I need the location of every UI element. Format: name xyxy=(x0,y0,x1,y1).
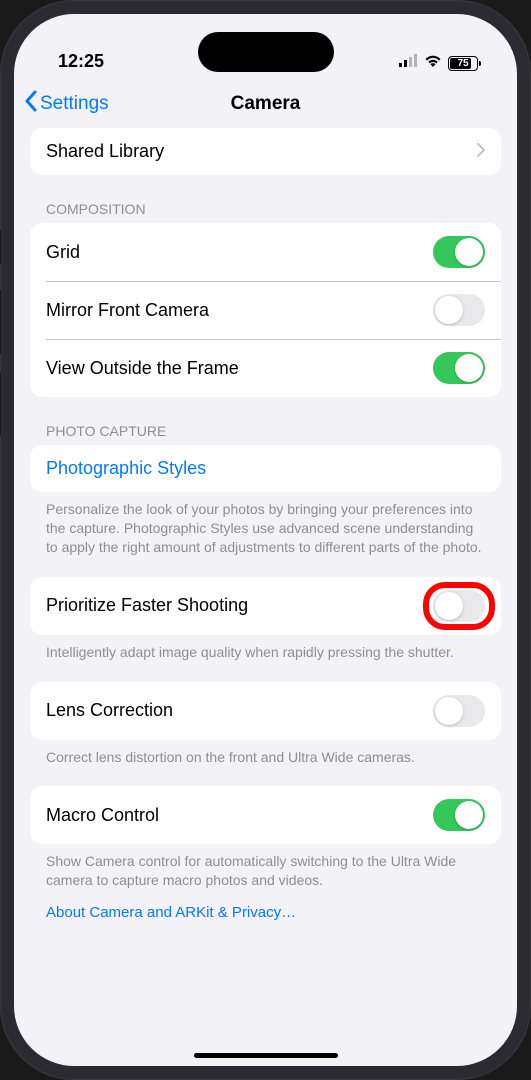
nav-bar: Settings Camera xyxy=(14,80,517,128)
dynamic-island xyxy=(198,32,334,72)
home-indicator[interactable] xyxy=(194,1053,338,1058)
prioritize-faster-shooting-label: Prioritize Faster Shooting xyxy=(46,595,248,616)
mirror-front-camera-row: Mirror Front Camera xyxy=(30,281,501,339)
back-button[interactable]: Settings xyxy=(24,90,109,118)
chevron-left-icon xyxy=(24,90,37,118)
page-title: Camera xyxy=(231,93,301,115)
lens-correction-footer: Correct lens distortion on the front and… xyxy=(30,740,501,767)
cellular-icon xyxy=(399,54,418,72)
chevron-right-icon xyxy=(477,141,485,162)
battery-icon: 75 xyxy=(448,56,481,71)
grid-label: Grid xyxy=(46,242,80,263)
shared-library-label: Shared Library xyxy=(46,141,164,162)
photo-capture-header: PHOTO CAPTURE xyxy=(30,423,501,445)
prioritize-faster-shooting-footer: Intelligently adapt image quality when r… xyxy=(30,635,501,662)
view-outside-frame-row: View Outside the Frame xyxy=(30,339,501,397)
phone-frame: 12:25 75 xyxy=(0,0,531,1080)
wifi-icon xyxy=(424,54,442,72)
photographic-styles-footer: Personalize the look of your photos by b… xyxy=(30,492,501,557)
lens-correction-toggle[interactable] xyxy=(433,695,485,727)
view-outside-frame-label: View Outside the Frame xyxy=(46,358,239,379)
shared-library-row[interactable]: Shared Library xyxy=(30,128,501,175)
macro-control-toggle[interactable] xyxy=(433,799,485,831)
prioritize-faster-shooting-toggle[interactable] xyxy=(433,590,485,622)
macro-control-label: Macro Control xyxy=(46,805,159,826)
photographic-styles-label: Photographic Styles xyxy=(46,458,206,479)
lens-correction-row: Lens Correction xyxy=(30,682,501,740)
grid-toggle[interactable] xyxy=(433,236,485,268)
view-outside-frame-toggle[interactable] xyxy=(433,352,485,384)
prioritize-faster-shooting-row: Prioritize Faster Shooting xyxy=(30,577,501,635)
lens-correction-label: Lens Correction xyxy=(46,700,173,721)
privacy-link[interactable]: About Camera and ARKit & Privacy… xyxy=(30,904,501,921)
composition-header: COMPOSITION xyxy=(30,201,501,223)
macro-control-footer: Show Camera control for automatically sw… xyxy=(30,844,501,890)
mirror-front-camera-label: Mirror Front Camera xyxy=(46,300,209,321)
photographic-styles-row[interactable]: Photographic Styles xyxy=(30,445,501,492)
macro-control-row: Macro Control xyxy=(30,786,501,844)
grid-row: Grid xyxy=(30,223,501,281)
screen: 12:25 75 xyxy=(14,14,517,1066)
status-time: 12:25 xyxy=(58,51,104,72)
mirror-front-camera-toggle[interactable] xyxy=(433,294,485,326)
